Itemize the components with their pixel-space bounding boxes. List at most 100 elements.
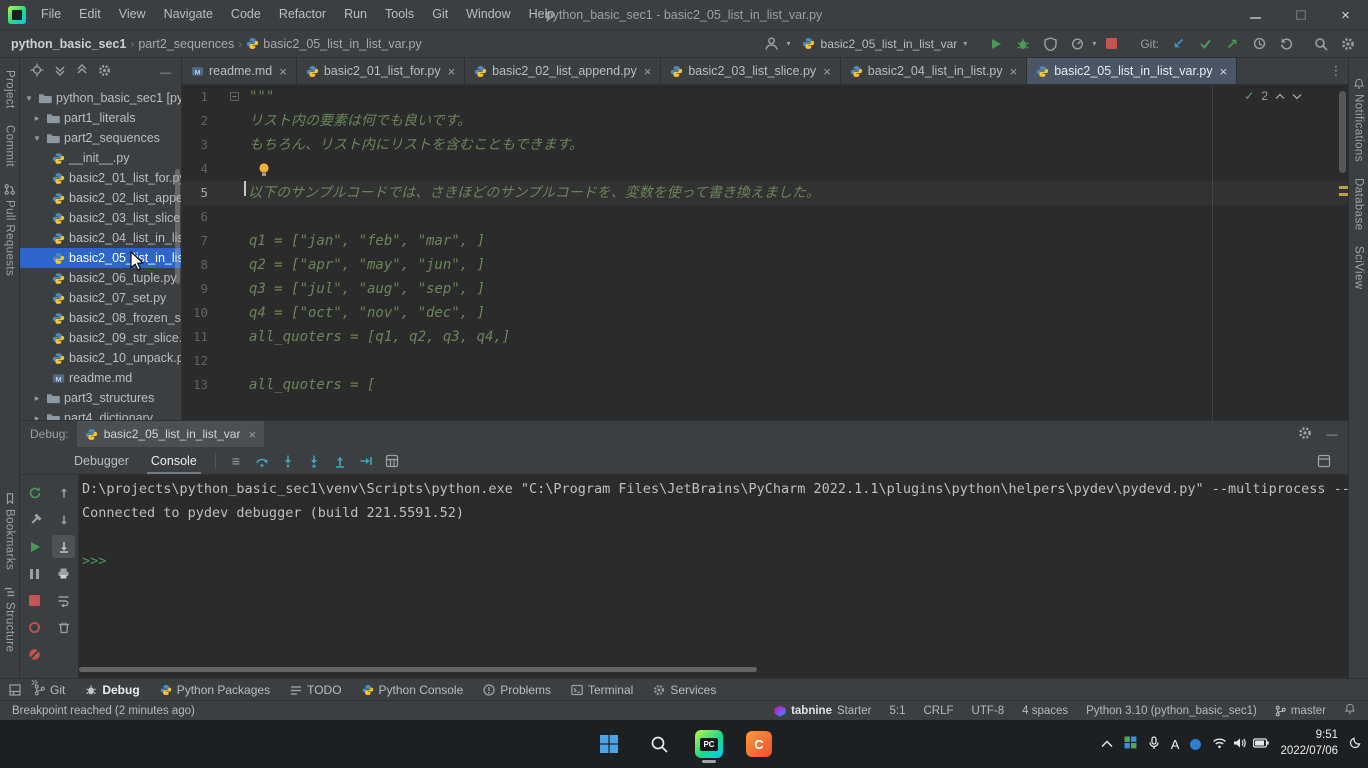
step-over-icon[interactable] — [250, 449, 274, 473]
line-number[interactable]: 8 — [182, 253, 208, 277]
line-number[interactable]: 1 — [182, 85, 208, 109]
menu-run[interactable]: Run — [335, 0, 376, 29]
code-line[interactable]: 13 all_quoters = [ — [182, 373, 1348, 397]
line-number[interactable]: 6 — [182, 205, 208, 229]
tree-item-selected[interactable]: basic2_05_list_in_list_var.py — [20, 248, 181, 268]
taskbar-search-button[interactable] — [642, 724, 676, 764]
hide-panel-icon[interactable] — [160, 65, 171, 79]
tool-window-button-structure[interactable]: Structure — [4, 586, 16, 652]
tool-window-button-bookmarks[interactable]: Bookmarks — [4, 492, 16, 570]
close-icon[interactable] — [823, 64, 831, 79]
tree-item[interactable]: basic2_01_list_for.py — [20, 168, 181, 188]
taskbar-pycharm-button[interactable]: PC — [692, 724, 726, 764]
editor-tab[interactable]: basic2_04_list_in_list.py — [841, 58, 1027, 84]
step-out-icon[interactable] — [328, 449, 352, 473]
tree-item[interactable]: part1_literals — [20, 108, 181, 128]
volume-icon[interactable] — [1233, 737, 1247, 752]
tree-item[interactable]: basic2_09_str_slice.py — [20, 328, 181, 348]
toolbar-item-services[interactable]: Services — [643, 679, 726, 700]
warning-stripe-mark[interactable] — [1339, 193, 1348, 196]
line-ending-selector[interactable]: CRLF — [923, 705, 953, 717]
caret-position[interactable]: 5:1 — [889, 705, 905, 717]
chevron-down-icon[interactable] — [32, 133, 42, 144]
clear-console-icon[interactable] — [52, 616, 75, 639]
menu-git[interactable]: Git — [423, 0, 457, 29]
git-branch-widget[interactable]: master — [1275, 705, 1326, 717]
git-rollback-button[interactable] — [1274, 32, 1298, 56]
search-everywhere-button[interactable] — [1309, 32, 1333, 56]
chevron-right-icon[interactable] — [32, 393, 42, 404]
breadcrumb-file[interactable]: basic2_05_list_in_list_var.py — [243, 37, 424, 51]
menu-window[interactable]: Window — [457, 0, 519, 29]
editor-tab[interactable]: basic2_02_list_append.py — [465, 58, 661, 84]
scroll-to-end-icon[interactable] — [52, 535, 75, 558]
inspection-widget[interactable]: 2 — [1244, 89, 1302, 103]
toolbar-item-python-console[interactable]: Python Console — [352, 679, 474, 700]
resume-icon[interactable] — [23, 535, 46, 558]
user-avatar-icon[interactable] — [760, 32, 784, 56]
start-button[interactable] — [592, 724, 626, 764]
line-number[interactable]: 12 — [182, 349, 208, 373]
toolbar-item-problems[interactable]: Problems — [473, 679, 561, 700]
tree-item[interactable]: basic2_04_list_in_list.py — [20, 228, 181, 248]
restore-layout-icon[interactable] — [1312, 449, 1336, 473]
toolbar-item-terminal[interactable]: Terminal — [561, 679, 643, 700]
tree-item[interactable]: part3_structures — [20, 388, 181, 408]
code-line[interactable]: 3 もちろん、リスト内にリストを含むこともできます。 — [182, 133, 1348, 157]
editor-tab[interactable]: readme.md — [182, 58, 297, 84]
print-icon[interactable] — [52, 562, 75, 585]
debug-session-tab[interactable]: basic2_05_list_in_list_var — [77, 421, 264, 447]
tool-window-button-notifications[interactable]: Notifications — [1353, 78, 1365, 162]
editor-tab[interactable]: basic2_01_list_for.py — [297, 58, 465, 84]
select-opened-file-icon[interactable] — [30, 63, 44, 80]
chevron-right-icon[interactable] — [32, 413, 42, 421]
mute-breakpoints-icon[interactable] — [23, 643, 46, 666]
chevron-down-icon[interactable] — [24, 93, 34, 104]
tab-debugger[interactable]: Debugger — [64, 447, 139, 474]
close-icon[interactable] — [1010, 64, 1018, 79]
menu-view[interactable]: View — [110, 0, 155, 29]
menu-navigate[interactable]: Navigate — [155, 0, 222, 29]
run-button[interactable] — [984, 32, 1008, 56]
toolbar-item-debug[interactable]: Debug — [75, 679, 149, 700]
code-line[interactable]: 9 q3 = ["jul", "aug", "sep", ] — [182, 277, 1348, 301]
profiler-button[interactable] — [1065, 32, 1089, 56]
collapse-all-icon[interactable] — [76, 64, 88, 79]
tool-window-button-sciview[interactable]: SciView — [1353, 246, 1365, 290]
console-prompt[interactable]: >>> — [82, 549, 1348, 573]
build-icon[interactable] — [23, 508, 46, 531]
tool-window-button-project[interactable]: Project — [4, 70, 16, 109]
tree-item[interactable]: readme.md — [20, 368, 181, 388]
line-number[interactable]: 3 — [182, 133, 208, 157]
soft-wrap-icon[interactable] — [52, 589, 75, 612]
code-line[interactable]: 1 − """ — [182, 85, 1348, 109]
console-output-icon[interactable] — [224, 449, 248, 473]
tree-item[interactable]: part2_sequences — [20, 128, 181, 148]
tree-item[interactable]: part4_dictionary — [20, 408, 181, 420]
line-number[interactable]: 13 — [182, 373, 208, 397]
tray-status-icon[interactable] — [1190, 739, 1201, 750]
code-line[interactable]: 6 — [182, 205, 1348, 229]
tab-console[interactable]: Console — [141, 447, 207, 474]
tray-app-icon[interactable] — [1124, 736, 1137, 752]
down-stack-icon[interactable] — [52, 508, 75, 531]
git-push-button[interactable] — [1220, 32, 1244, 56]
code-line[interactable]: 12 — [182, 349, 1348, 373]
taskbar-clock[interactable]: 9:51 2022/07/06 — [1280, 728, 1338, 759]
tree-item[interactable]: basic2_07_set.py — [20, 288, 181, 308]
tab-options-icon[interactable] — [1324, 59, 1348, 83]
code-line[interactable]: 2 リスト内の要素は何でも良いです。 — [182, 109, 1348, 133]
chevron-down-icon[interactable] — [1292, 93, 1302, 100]
close-icon[interactable] — [279, 64, 287, 79]
run-config-selector[interactable]: basic2_05_list_in_list_var — [794, 32, 976, 56]
ime-indicator[interactable]: A — [1171, 737, 1180, 752]
close-icon[interactable] — [448, 64, 456, 79]
code-editor[interactable]: 1 − """ 2 リスト内の要素は何でも良いです。 3 もちろん、リスト内にリ… — [182, 85, 1348, 420]
fold-marker-icon[interactable]: − — [230, 92, 239, 101]
tree-item[interactable]: basic2_10_unpack.py — [20, 348, 181, 368]
expand-all-icon[interactable] — [54, 64, 66, 79]
editor-tab[interactable]: basic2_03_list_slice.py — [661, 58, 840, 84]
microphone-icon[interactable] — [1148, 736, 1160, 753]
tool-window-button-database[interactable]: Database — [1353, 178, 1365, 230]
view-breakpoints-icon[interactable] — [23, 616, 46, 639]
